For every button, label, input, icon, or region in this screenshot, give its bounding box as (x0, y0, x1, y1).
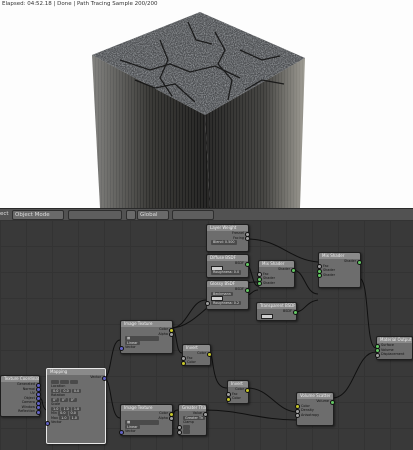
node-material-output[interactable]: Material Output Surface Volume Displacem… (375, 336, 413, 360)
node-greater-than[interactable]: Greater Than Value Greater Th Clamp (177, 404, 208, 436)
roughness-field[interactable]: Roughness: 0.2 (205, 300, 248, 307)
input-color[interactable]: Color (181, 360, 210, 366)
node-mix-shader-2[interactable]: Mix Shader Shader Fac Shader Shader (317, 252, 362, 288)
roughness-field[interactable]: Roughness: 0.0 (207, 270, 248, 275)
node-invert-2[interactable]: Invert Color Fac Color (226, 380, 250, 404)
node-glossy-bsdf[interactable]: Glossy BSDF BSDF Beckmann Roughness: 0.2 (205, 280, 250, 310)
input-vector[interactable]: Vector (119, 345, 172, 351)
input-displacement[interactable]: Displacement (375, 352, 412, 358)
input-shader-b[interactable]: Shader (257, 281, 294, 287)
node-mapping[interactable]: Mapping Vector Location 0.0 0.0 0.0 Rotati… (45, 368, 107, 444)
input-anisotropy[interactable]: Anisotropy (295, 413, 333, 419)
layer-buttons[interactable] (172, 210, 214, 220)
input-shader-b[interactable]: Shader (317, 273, 360, 279)
header-left-label: ect (0, 211, 9, 217)
blend-field[interactable]: Blend: 0.500 (207, 240, 248, 245)
node-image-texture-1[interactable]: Image Texture Color Alpha ▦ Linear Vecto… (119, 320, 174, 354)
orientation-select[interactable]: Global (137, 210, 169, 220)
shading-buttons[interactable] (68, 210, 122, 220)
input-vector[interactable]: Vector (45, 420, 105, 426)
color-field[interactable] (257, 313, 296, 319)
asphalt-cube-render (92, 12, 305, 208)
node-layer-weight[interactable]: Layer Weight Fresnel Facing Blend: 0.500 (206, 224, 250, 252)
node-texture-coordinate[interactable]: Texture Coordinate Generated Normal UV O… (0, 375, 41, 417)
mode-select[interactable]: Object Mode (12, 210, 64, 220)
node-mix-shader-1[interactable]: Mix Shader Shader Fac Shader Shader (257, 260, 296, 288)
pivot-icon[interactable] (126, 210, 136, 220)
input-vector[interactable]: Vector (119, 429, 172, 435)
node-invert-1[interactable]: Invert Color Fac Color (181, 344, 212, 366)
render-viewport[interactable]: Elapsed: 04:52.18 | Done | Path Tracing … (0, 0, 413, 208)
value-b[interactable] (177, 429, 206, 435)
node-diffuse-bsdf[interactable]: Diffuse BSDF BSDF Roughness: 0.0 (206, 254, 250, 278)
mode-select-label: Object Mode (15, 211, 50, 218)
node-transparent-bsdf[interactable]: Transparent BSDF BSDF (256, 302, 298, 321)
orientation-label: Global (140, 211, 158, 218)
node-image-texture-2[interactable]: Image Texture Color Alpha ▦ Linear Vecto… (119, 404, 174, 436)
node-editor[interactable]: Layer Weight Fresnel Facing Blend: 0.500… (0, 220, 413, 450)
output-reflection[interactable]: Reflection (1, 409, 41, 415)
node-volume-scatter[interactable]: Volume Scatter Volume Color Density Anis… (295, 392, 335, 426)
input-color[interactable]: Color (226, 396, 248, 402)
